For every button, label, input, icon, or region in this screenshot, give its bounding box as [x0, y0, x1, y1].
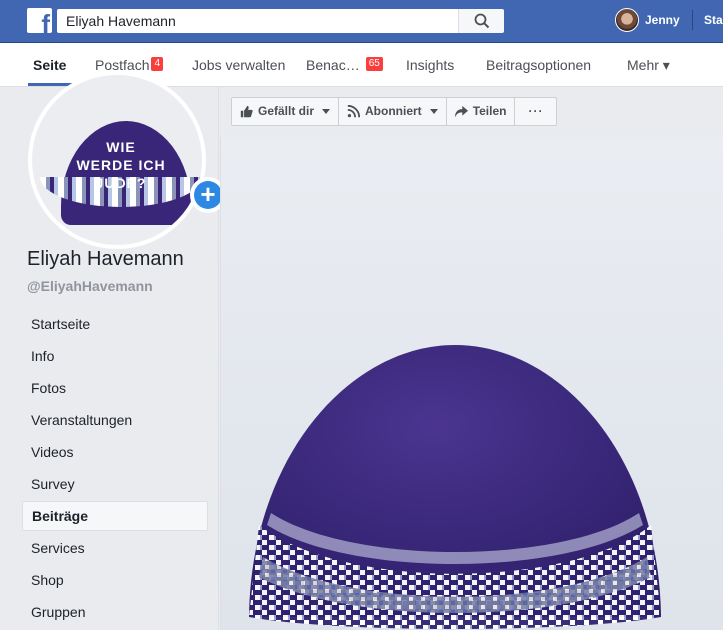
menu-item-veranstaltungen[interactable]: Veranstaltungen [22, 404, 208, 436]
kippah-text-line1: WIE [106, 139, 136, 155]
menu-item-survey[interactable]: Survey [22, 468, 208, 500]
kippah-photo [249, 345, 661, 629]
follow-button-label: Abonniert [365, 104, 422, 118]
search-icon [474, 13, 490, 29]
tab-label: Mehr ▾ [627, 57, 670, 73]
profile-picture-wrapper: WIE WERDE ICH JUDE? + [28, 71, 226, 249]
tab-beitragsoptionen[interactable]: Beitragsoptionen [486, 43, 591, 87]
profile-picture[interactable]: WIE WERDE ICH JUDE? [28, 71, 206, 249]
menu-item-gruppen[interactable]: Gruppen [22, 596, 208, 628]
page-action-bar: Gefällt dir Abonniert Teilen ··· [220, 87, 723, 137]
rss-icon [347, 105, 361, 118]
menu-item-startseite[interactable]: Startseite [22, 308, 208, 340]
notification-count-badge: 65 [365, 57, 383, 71]
plus-icon: + [194, 181, 222, 209]
left-sidebar: WIE WERDE ICH JUDE? + Eliyah Havemann @E… [0, 71, 226, 630]
top-start-link[interactable]: Sta [704, 13, 723, 27]
tab-mehr[interactable]: Mehr ▾ [627, 43, 670, 87]
menu-item-shop[interactable]: Shop [22, 564, 208, 596]
more-options-icon: ··· [528, 104, 544, 118]
kippah-text-line3: JUDE? [95, 175, 147, 191]
like-button[interactable]: Gefällt dir [232, 98, 340, 125]
topbar-divider [692, 10, 693, 30]
tab-label: Seite [33, 57, 67, 73]
share-button[interactable]: Teilen [447, 98, 516, 125]
tab-label: Benac… [306, 57, 360, 73]
share-arrow-icon [454, 105, 468, 118]
user-avatar[interactable] [615, 8, 639, 32]
cover-photo[interactable] [220, 137, 723, 630]
like-button-label: Gefällt dir [258, 104, 315, 118]
menu-item-beitraege[interactable]: Beiträge [22, 501, 208, 531]
follow-button[interactable]: Abonniert [339, 98, 447, 125]
tab-insights[interactable]: Insights [406, 43, 454, 87]
tab-benachrichtigungen[interactable]: Benac… 65 [306, 43, 383, 87]
facebook-logo-icon[interactable]: f [27, 8, 52, 33]
chevron-down-icon [429, 109, 438, 114]
menu-item-services[interactable]: Services [22, 532, 208, 564]
tab-jobs-verwalten[interactable]: Jobs verwalten [192, 43, 285, 87]
menu-item-info[interactable]: Info [22, 340, 208, 372]
action-button-group: Gefällt dir Abonniert Teilen ··· [231, 97, 558, 126]
chevron-down-icon [322, 109, 331, 114]
tab-label: Jobs verwalten [192, 57, 286, 73]
postfach-count-badge: 4 [151, 57, 164, 71]
more-options-button[interactable]: ··· [515, 98, 556, 125]
share-button-label: Teilen [472, 104, 507, 118]
search-button[interactable] [458, 9, 504, 33]
page-handle[interactable]: @EliyahHavemann [27, 278, 153, 294]
menu-item-videos[interactable]: Videos [22, 436, 208, 468]
search-input-value: Eliyah Havemann [66, 13, 176, 29]
kippah-text-line2: WERDE ICH [76, 157, 166, 173]
menu-item-fotos[interactable]: Fotos [22, 372, 208, 404]
page-menu: Startseite Info Fotos Veranstaltungen Vi… [22, 308, 208, 628]
tab-seite[interactable]: Seite [33, 43, 66, 87]
tab-label: Insights [406, 57, 455, 73]
page-title[interactable]: Eliyah Havemann [27, 248, 184, 271]
tab-label: Beitragsoptionen [486, 57, 592, 73]
top-bar: f Eliyah Havemann Jenny Sta [0, 0, 723, 43]
thumbs-up-icon [240, 105, 253, 118]
top-user-name[interactable]: Jenny [645, 13, 680, 27]
search-input[interactable]: Eliyah Havemann [57, 9, 458, 33]
